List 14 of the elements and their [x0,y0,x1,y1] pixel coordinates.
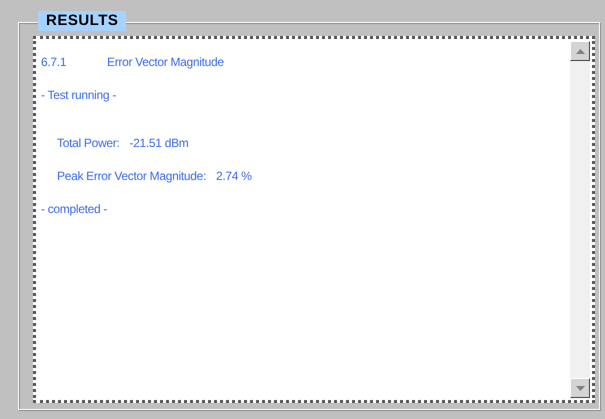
status-text: - completed - [41,202,108,216]
measurement-value: -21.51 dBm [129,136,188,150]
measurement-label: Peak Error Vector Magnitude: [57,169,206,183]
section-number: 6.7.1 [41,55,68,69]
up-arrow-icon [576,48,584,54]
scroll-up-button[interactable] [570,41,590,61]
group-title: RESULTS [38,11,126,31]
section-title: Error Vector Magnitude [107,55,224,69]
measurement-label: Total Power: [57,136,120,150]
status-text: - Test running - [41,88,116,102]
scroll-down-button[interactable] [570,378,590,398]
scrollbar[interactable] [570,41,590,398]
down-arrow-icon [576,386,584,390]
measurement-value: 2.74 % [216,169,252,183]
